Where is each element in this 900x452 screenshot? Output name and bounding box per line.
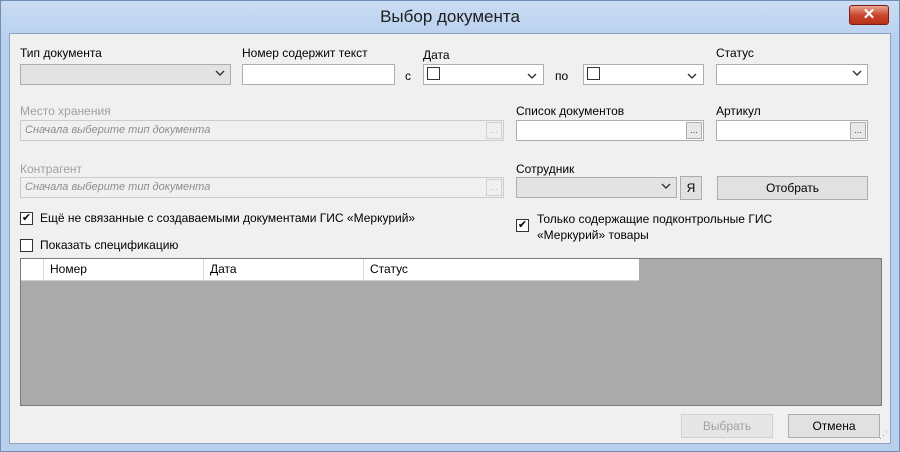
grid-header: Номер Дата Статус — [21, 259, 639, 281]
not-linked-label: Ещё не связанные с создаваемыми документ… — [40, 211, 416, 225]
article-label: Артикул — [716, 104, 761, 118]
status-select[interactable] — [716, 64, 868, 85]
counterparty-placeholder: Сначала выберите тип документа — [25, 181, 211, 193]
not-linked-checkbox[interactable]: ✔ — [20, 212, 33, 225]
show-spec-checkbox[interactable] — [20, 239, 33, 252]
doc-list-label: Список документов — [516, 104, 625, 118]
chevron-down-icon — [687, 69, 697, 83]
window-title: Выбор документа — [380, 7, 520, 26]
employee-select[interactable] — [516, 177, 677, 198]
only-controlled-checkbox[interactable]: ✔ — [516, 219, 529, 232]
filter-button[interactable]: Отобрать — [717, 176, 868, 200]
doc-list-input[interactable]: ... — [516, 120, 704, 141]
counterparty-input: Сначала выберите тип документа ... — [20, 177, 504, 198]
date-to-prefix: по — [555, 69, 569, 83]
cancel-button[interactable]: Отмена — [788, 414, 880, 438]
chevron-down-icon — [661, 181, 671, 191]
storage-placeholder: Сначала выберите тип документа — [25, 124, 211, 136]
only-controlled-label-line2: «Меркурий» товары — [537, 228, 649, 242]
title-bar[interactable]: Выбор документа ✕ — [1, 1, 899, 34]
column-number[interactable]: Номер — [44, 259, 204, 280]
column-status[interactable]: Статус — [364, 259, 639, 280]
dialog-body: Тип документа Номер содержит текст с Дат… — [9, 33, 891, 444]
select-button[interactable]: Выбрать — [681, 414, 773, 438]
chevron-down-icon — [215, 68, 225, 78]
only-controlled-label-line1: Только содержащие подконтрольные ГИС — [537, 212, 773, 226]
storage-input: Сначала выберите тип документа ... — [20, 120, 504, 141]
date-from-prefix: с — [405, 69, 411, 83]
chevron-down-icon — [527, 69, 537, 83]
date-label: Дата — [423, 48, 450, 62]
me-button[interactable]: Я — [680, 176, 702, 200]
employee-label: Сотрудник — [516, 162, 575, 176]
doc-type-label: Тип документа — [20, 46, 102, 60]
doc-type-select[interactable] — [20, 64, 231, 85]
counterparty-label: Контрагент — [20, 162, 83, 176]
dialog-window: Выбор документа ✕ Тип документа Номер со… — [0, 0, 900, 452]
column-date[interactable]: Дата — [204, 259, 364, 280]
resize-grip-icon[interactable]: ⋰ — [879, 430, 888, 441]
article-browse-button[interactable]: ... — [850, 122, 866, 139]
show-spec-label: Показать спецификацию — [40, 238, 179, 252]
chevron-down-icon — [852, 68, 862, 78]
documents-grid[interactable]: Номер Дата Статус — [20, 258, 882, 406]
counterparty-browse-button: ... — [486, 179, 502, 196]
status-label: Статус — [716, 46, 754, 60]
grid-row-header-corner — [21, 259, 44, 280]
doc-list-browse-button[interactable]: ... — [686, 122, 702, 139]
date-from-picker[interactable] — [423, 64, 544, 85]
article-input[interactable]: ... — [716, 120, 868, 141]
close-button[interactable]: ✕ — [849, 5, 889, 25]
date-to-checkbox[interactable] — [587, 67, 600, 80]
date-to-picker[interactable] — [583, 64, 704, 85]
date-from-checkbox[interactable] — [427, 67, 440, 80]
storage-browse-button: ... — [486, 122, 502, 139]
number-label: Номер содержит текст — [242, 46, 368, 60]
storage-label: Место хранения — [20, 104, 111, 118]
number-input[interactable] — [242, 64, 395, 85]
